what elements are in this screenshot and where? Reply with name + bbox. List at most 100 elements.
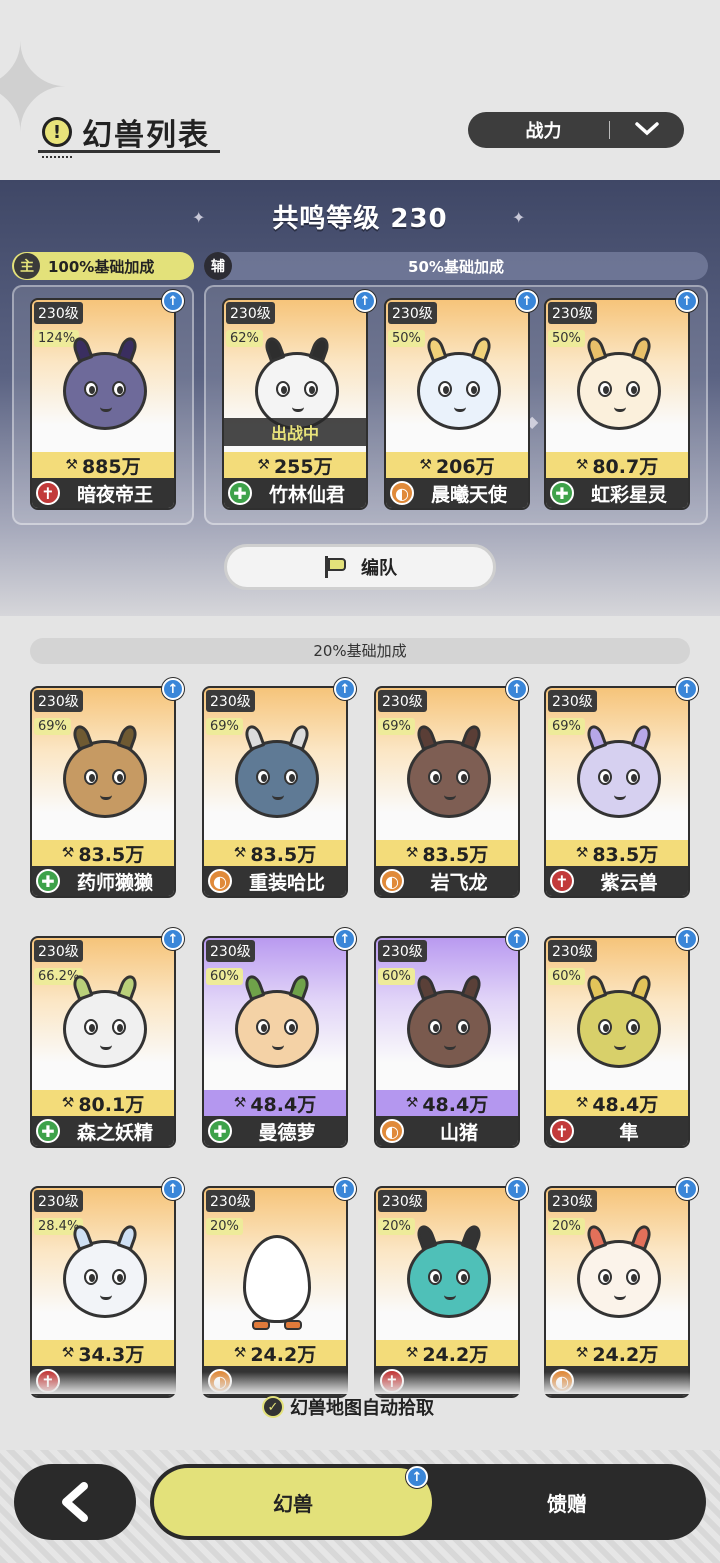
level-badge: 230级 [378,1190,427,1212]
formation-button[interactable]: 编队 [224,544,496,590]
otter-icon [52,722,158,832]
beast-name: 岩飞龙 [430,871,488,894]
check-icon: ✓ [262,1396,284,1418]
upgrade-arrow-icon[interactable]: ↑ [676,928,698,950]
beast-card[interactable]: 230级 62% 出战中 ⚒ 255万 ✚ 竹林仙君 [222,298,368,510]
sub-bonus-label: 50%基础加成 [408,257,504,276]
blue-chick-icon [396,1222,502,1332]
upgrade-arrow-icon[interactable]: ↑ [506,678,528,700]
reserve-bonus-bar: 20%基础加成 [30,638,690,664]
beast-card[interactable]: 230级 50% ⚒ 80.7万 ✚ 虹彩星灵 [544,298,690,510]
power-number: 24.2万 [592,1343,659,1366]
fairy-icon [52,972,158,1082]
power-icon: ⚒ [233,1345,247,1361]
beast-card[interactable]: 230级 60% ⚒ 48.4万 ✚ 曼德萝 [202,936,348,1148]
power-number: 80.7万 [592,455,659,478]
upgrade-arrow-icon[interactable]: ↑ [334,1178,356,1200]
upgrade-arrow-icon[interactable]: ↑ [676,678,698,700]
beast-card[interactable]: 230级 60% ⚒ 48.4万 ✝ 隼 [544,936,690,1148]
beast-card[interactable]: 230级 69% ⚒ 83.5万 ✚ 药师獭獭 [30,686,176,898]
main-bonus-tag: 主 100%基础加成 [12,252,194,280]
level-badge: 230级 [548,690,597,712]
bottom-nav: 幻兽 馈赠 ↑ [0,1450,720,1563]
power-icon: ⚒ [233,1095,247,1111]
page-title-group: ! 幻兽列表 [42,110,210,154]
beast-card[interactable]: 230级20% ⚒24.2万◐ [544,1186,690,1398]
beast-card[interactable]: 230级 69% ⚒ 83.5万 ✝ 紫云兽 [544,686,690,898]
upgrade-arrow-icon[interactable]: ↑ [506,1178,528,1200]
power-icon: ⚒ [575,457,589,473]
beast-card[interactable]: 230级 69% ⚒ 83.5万 ◐ 重装哈比 [202,686,348,898]
tab-group: 幻兽 馈赠 [150,1464,706,1540]
power-value: ⚒ 48.4万 [204,1090,346,1116]
upgrade-arrow-icon[interactable]: ↑ [334,678,356,700]
level-badge: 230级 [548,1190,597,1212]
beast-name: 曼德萝 [258,1121,316,1144]
heal-role-icon: ✚ [550,481,574,505]
lion-cub-icon [566,1222,672,1332]
beast-name: 药师獭獭 [76,871,153,894]
upgrade-arrow-icon[interactable]: ↑ [506,928,528,950]
boar-icon [396,972,502,1082]
power-number: 83.5万 [250,843,317,866]
upgrade-arrow-icon[interactable]: ↑ [162,1178,184,1200]
beast-card[interactable]: 230级 60% ⚒ 48.4万 ◐ 山猪 [374,936,520,1148]
beast-name: 山猪 [439,1121,478,1144]
upgrade-arrow-icon[interactable]: ↑ [162,290,184,312]
tab-beasts-label: 幻兽 [273,1491,313,1516]
upgrade-arrow-icon[interactable]: ↑ [676,1178,698,1200]
upgrade-arrow-icon[interactable]: ↑ [334,928,356,950]
atk-role-icon: ✝ [550,1119,574,1143]
tab-gift[interactable]: 馈赠 [432,1468,702,1536]
scroll-fade [0,1372,720,1394]
name-plate: ✝ 隼 [546,1116,688,1146]
power-value: ⚒ 80.7万 [546,452,688,478]
upgrade-arrow-icon[interactable]: ↑ [162,928,184,950]
beast-card[interactable]: 230级20% ⚒24.2万✝ [374,1186,520,1398]
beast-card[interactable]: 230级 69% ⚒ 83.5万 ◐ 岩飞龙 [374,686,520,898]
beast-name: 虹彩星灵 [590,483,667,506]
angel-dragon-icon [406,334,512,444]
beast-card[interactable]: 230级 124% ⚒ 885万 ✝ 暗夜帝王 [30,298,176,510]
auto-pickup-label: 幻兽地图自动拾取 [290,1398,434,1419]
level-badge: 230级 [226,302,275,324]
upgrade-arrow-icon[interactable]: ↑ [676,290,698,312]
name-plate: ✝ 紫云兽 [546,866,688,896]
sub-badge: 辅 [204,252,232,280]
level-badge: 230级 [206,1190,255,1212]
cloud-beast-icon [566,722,672,832]
sort-dropdown[interactable]: 战力 [468,112,684,148]
flag-icon [323,556,349,578]
info-icon[interactable]: ! [42,117,72,147]
power-number: 24.2万 [250,1343,317,1366]
tab-beasts[interactable]: 幻兽 [154,1468,432,1536]
upgrade-arrow-icon[interactable]: ↑ [162,678,184,700]
beast-card[interactable]: 230级 66.2% ⚒ 80.1万 ✚ 森之妖精 [30,936,176,1148]
back-button[interactable] [14,1464,136,1540]
heal-role-icon: ✚ [36,1119,60,1143]
power-icon: ⚒ [65,457,78,473]
power-icon: ⚒ [575,1095,589,1111]
power-icon: ⚒ [61,845,75,861]
back-arrow-icon [62,1482,88,1522]
header: ✦ ! 幻兽列表 战力 [0,0,720,180]
power-icon: ⚒ [61,1345,75,1361]
beast-name: 重装哈比 [248,871,325,894]
level-badge: 230级 [388,302,437,324]
beast-name: 森之妖精 [76,1121,153,1144]
tank-role-icon: ◐ [380,1119,404,1143]
power-value: ⚒ 255万 [224,452,366,478]
auto-pickup-toggle[interactable]: ✓ 幻兽地图自动拾取 [262,1394,434,1420]
name-plate: ✚ 竹林仙君 [224,478,366,508]
atk-role-icon: ✝ [36,481,60,505]
power-number: 206万 [435,455,495,478]
level-badge: 230级 [206,690,255,712]
beast-card[interactable]: 230级 50% ⚒ 206万 ◐ 晨曦天使 [384,298,530,510]
power-icon: ⚒ [233,845,247,861]
tank-role-icon: ◐ [208,869,232,893]
beast-card[interactable]: 230级28.4% ⚒34.3万✝ [30,1186,176,1398]
power-icon: ⚒ [257,457,270,473]
beast-card[interactable]: 230级20% ⚒24.2万◐ [202,1186,348,1398]
upgrade-arrow-icon[interactable]: ↑ [516,290,538,312]
upgrade-arrow-icon[interactable]: ↑ [354,290,376,312]
